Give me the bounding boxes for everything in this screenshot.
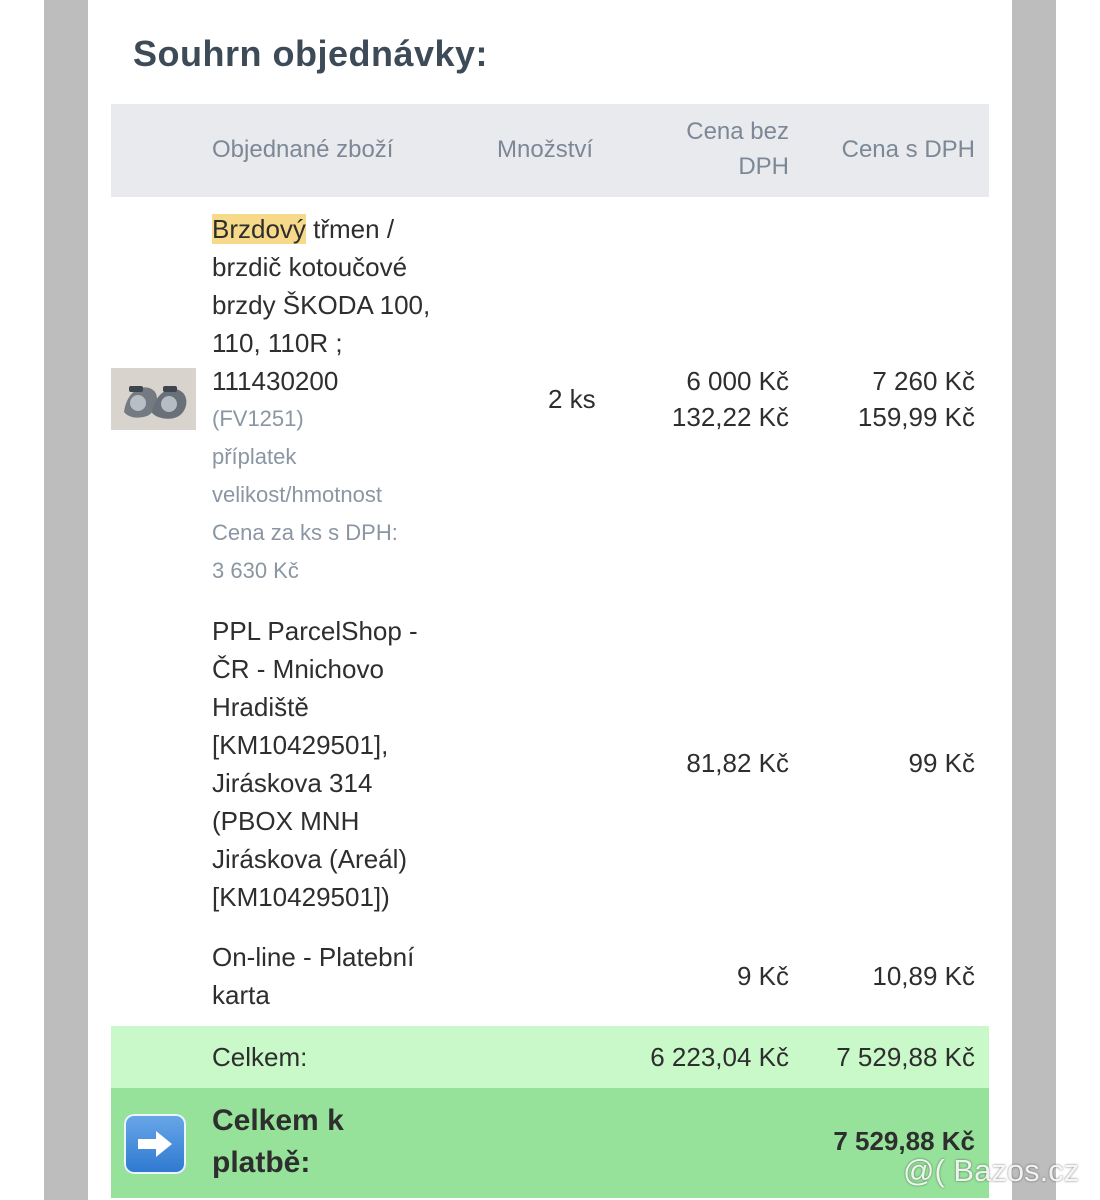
product-name-line-1: Brzdový třmen / [212, 210, 394, 248]
shipping-line-5: Jiráskova 314 [212, 768, 373, 798]
right-gray-strip [1012, 0, 1056, 1200]
header-item: Objednané zboží [212, 136, 394, 163]
brake-caliper-image [111, 368, 196, 430]
product-name-line-4: 110, 110R ; [212, 328, 343, 358]
product-price-with-vat: 7 260 Kč [872, 366, 975, 396]
product-price-with-vat-extra: 159,99 Kč [857, 402, 975, 432]
highlighted-search-term: Brzdový [212, 214, 306, 244]
product-price-without-vat-extra: 132,22 Kč [671, 402, 789, 432]
page-title: Souhrn objednávky: [133, 33, 489, 74]
shipping-line-3: Hradiště [212, 692, 309, 722]
shipping-line-8: [KM10429501]) [212, 882, 390, 912]
shipping-price-without-vat: 81,82 Kč [686, 748, 789, 778]
shipping-line-2: ČR - Mnichovo [212, 654, 384, 684]
header-price-with-vat: Cena s DPH [841, 136, 975, 163]
grand-total-row: Celkem k platbě: 7 529,88 Kč [111, 1088, 989, 1198]
payment-line-1: On-line - Platební [212, 942, 415, 972]
shipping-line-4: [KM10429501], [212, 730, 389, 760]
unit-price-value: 3 630 Kč [212, 558, 299, 583]
payment-price-with-vat: 10,89 Kč [872, 961, 975, 991]
grand-total-label-line2: platbě: [212, 1146, 311, 1179]
order-summary-panel: Souhrn objednávky: Objednané zboží Množs… [88, 0, 1012, 1200]
shipping-price-with-vat: 99 Kč [908, 748, 976, 778]
payment-line-2: karta [212, 980, 270, 1010]
subtotal-price-without-vat: 6 223,04 Kč [650, 1042, 789, 1072]
product-name-text: třmen / [305, 214, 395, 244]
left-gray-strip [44, 0, 88, 1200]
product-name-line-5: 111430200 [212, 366, 339, 396]
product-name-line-2: brzdič kotoučové [212, 252, 408, 282]
table-header: Objednané zboží Množství Cena bez DPH Ce… [111, 104, 989, 197]
bazos-watermark: @( Bazos.cz [903, 1153, 1080, 1188]
product-price-without-vat: 6 000 Kč [686, 366, 789, 396]
header-price-without-vat-line1: Cena bez [686, 118, 789, 145]
shipping-line-1: PPL ParcelShop - [212, 616, 418, 646]
grand-total-label-line1: Celkem k [212, 1104, 344, 1137]
product-code: (FV1251) [212, 406, 304, 431]
subtotal-label: Celkem: [212, 1042, 308, 1072]
shipping-line-7: Jiráskova (Areál) [212, 844, 408, 874]
subtotal-row: Celkem: 6 223,04 Kč 7 529,88 Kč [111, 1026, 989, 1088]
header-price-without-vat-line2: DPH [738, 153, 789, 180]
surcharge-type: velikost/hmotnost [212, 482, 382, 507]
shipping-line-6: (PBOX MNH [212, 806, 360, 836]
product-thumbnail [111, 368, 196, 430]
product-quantity: 2 ks [548, 384, 596, 414]
right-arrow-icon [124, 1114, 186, 1174]
payment-price-without-vat: 9 Kč [736, 961, 789, 991]
subtotal-price-with-vat: 7 529,88 Kč [836, 1042, 975, 1072]
surcharge-label: příplatek [212, 444, 297, 469]
product-name-line-3: brzdy ŠKODA 100, [212, 290, 431, 320]
header-quantity: Množství [497, 136, 594, 163]
unit-price-label: Cena za ks s DPH: [212, 520, 398, 545]
